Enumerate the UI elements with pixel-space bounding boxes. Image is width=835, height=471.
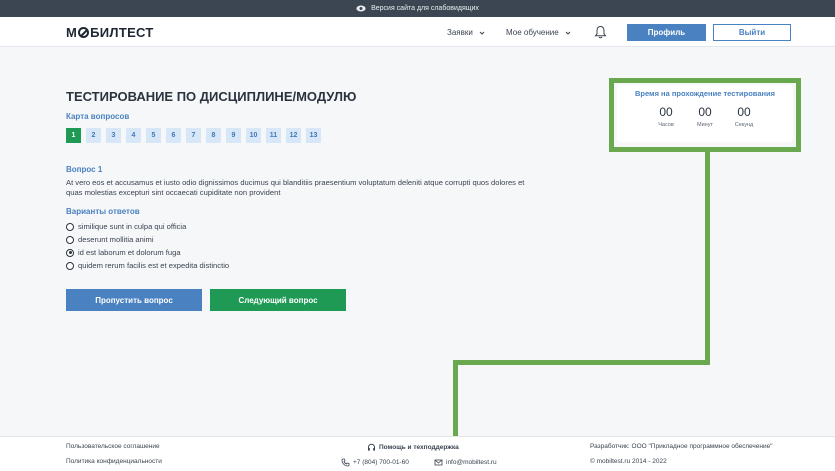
radio-button[interactable] xyxy=(66,235,74,244)
radio-button-selected[interactable] xyxy=(66,248,74,257)
annotation-connector-vertical xyxy=(705,152,710,365)
footer-email[interactable]: info@mobiltest.ru xyxy=(434,458,497,467)
answers-label: Варианты ответов xyxy=(66,207,140,216)
footer-phone[interactable]: +7 (804) 700-01-60 xyxy=(341,458,409,467)
question-map-item[interactable]: 11 xyxy=(266,128,281,143)
footer-developer: Разработчик: ООО "Прикладное программное… xyxy=(590,443,773,450)
question-map-item[interactable]: 4 xyxy=(126,128,141,143)
footer-copyright: © mobiltest.ru 2014 - 2022 xyxy=(590,458,667,465)
footer-agreement-link[interactable]: Пользовательское соглашение xyxy=(66,443,160,450)
question-map-item[interactable]: 10 xyxy=(246,128,261,143)
logo-o-icon xyxy=(78,27,90,38)
header: М БИЛТЕСТ Заявки Мое обучение Профиль Вы… xyxy=(0,17,835,47)
question-map-item[interactable]: 6 xyxy=(166,128,181,143)
headset-icon xyxy=(368,443,375,451)
skip-question-button[interactable]: Пропустить вопрос xyxy=(66,289,202,311)
question-map-item[interactable]: 9 xyxy=(226,128,241,143)
phone-icon xyxy=(341,458,350,467)
answer-text: quidem rerum facilis est et expedita dis… xyxy=(78,261,230,270)
footer-phone-text: +7 (804) 700-01-60 xyxy=(353,459,409,466)
accessibility-label[interactable]: Версия сайта для слабовидящих xyxy=(371,5,479,12)
mail-icon xyxy=(434,459,443,466)
answer-text: id est laborum et dolorum fuga xyxy=(78,248,181,257)
answer-option[interactable]: deserunt mollitia animi xyxy=(66,233,229,246)
answer-list: similique sunt in culpa qui officia dese… xyxy=(66,220,229,272)
chevron-down-icon xyxy=(565,31,571,35)
bell-icon[interactable] xyxy=(594,25,607,39)
nav-requests-label: Заявки xyxy=(447,28,473,37)
logo-prefix: М xyxy=(66,25,78,40)
question-map-item[interactable]: 5 xyxy=(146,128,161,143)
chevron-down-icon xyxy=(479,31,485,35)
footer-email-text: info@mobiltest.ru xyxy=(446,459,497,466)
question-map-item[interactable]: 12 xyxy=(286,128,301,143)
page-title: ТЕСТИРОВАНИЕ ПО ДИСЦИПЛИНЕ/МОДУЛЮ xyxy=(66,89,357,104)
question-map-item[interactable]: 1 xyxy=(66,128,81,143)
annotation-connector-horizontal xyxy=(453,360,710,365)
logo[interactable]: М БИЛТЕСТ xyxy=(66,25,154,40)
answer-option[interactable]: similique sunt in culpa qui officia xyxy=(66,220,229,233)
nav-my-learning-label: Мое обучение xyxy=(506,28,559,37)
logout-button[interactable]: Выйти xyxy=(713,24,791,41)
footer-privacy-link[interactable]: Политика конфиденциальности xyxy=(66,458,162,465)
radio-button[interactable] xyxy=(66,261,74,270)
question-map-item[interactable]: 13 xyxy=(306,128,321,143)
answer-option[interactable]: quidem rerum facilis est et expedita dis… xyxy=(66,259,229,272)
question-map: 1 2 3 4 5 6 7 8 9 10 11 12 13 xyxy=(66,128,321,143)
next-question-button[interactable]: Следующий вопрос xyxy=(210,289,346,311)
nav-requests[interactable]: Заявки xyxy=(447,28,485,37)
answer-text: similique sunt in culpa qui officia xyxy=(78,222,187,231)
question-map-item[interactable]: 2 xyxy=(86,128,101,143)
annotation-highlight-box xyxy=(609,78,801,152)
question-map-label: Карта вопросов xyxy=(66,112,130,121)
profile-button[interactable]: Профиль xyxy=(627,24,706,41)
answer-option[interactable]: id est laborum et dolorum fuga xyxy=(66,246,229,259)
radio-button[interactable] xyxy=(66,222,74,231)
footer-support[interactable]: Помощь и техподдержка xyxy=(367,443,459,452)
logo-suffix: БИЛТЕСТ xyxy=(90,25,154,40)
question-title: Вопрос 1 xyxy=(66,165,103,174)
question-map-item[interactable]: 8 xyxy=(206,128,221,143)
question-text: At vero eos et accusamus et iusto odio d… xyxy=(66,178,525,197)
footer-support-title: Помощь и техподдержка xyxy=(379,444,459,451)
accessibility-bar[interactable]: Версия сайта для слабовидящих xyxy=(0,0,835,17)
footer: Пользовательское соглашение Политика кон… xyxy=(0,436,835,471)
answer-text: deserunt mollitia animi xyxy=(78,235,154,244)
eye-icon xyxy=(356,5,366,12)
nav-my-learning[interactable]: Мое обучение xyxy=(506,28,571,37)
question-map-item[interactable]: 3 xyxy=(106,128,121,143)
question-map-item[interactable]: 7 xyxy=(186,128,201,143)
